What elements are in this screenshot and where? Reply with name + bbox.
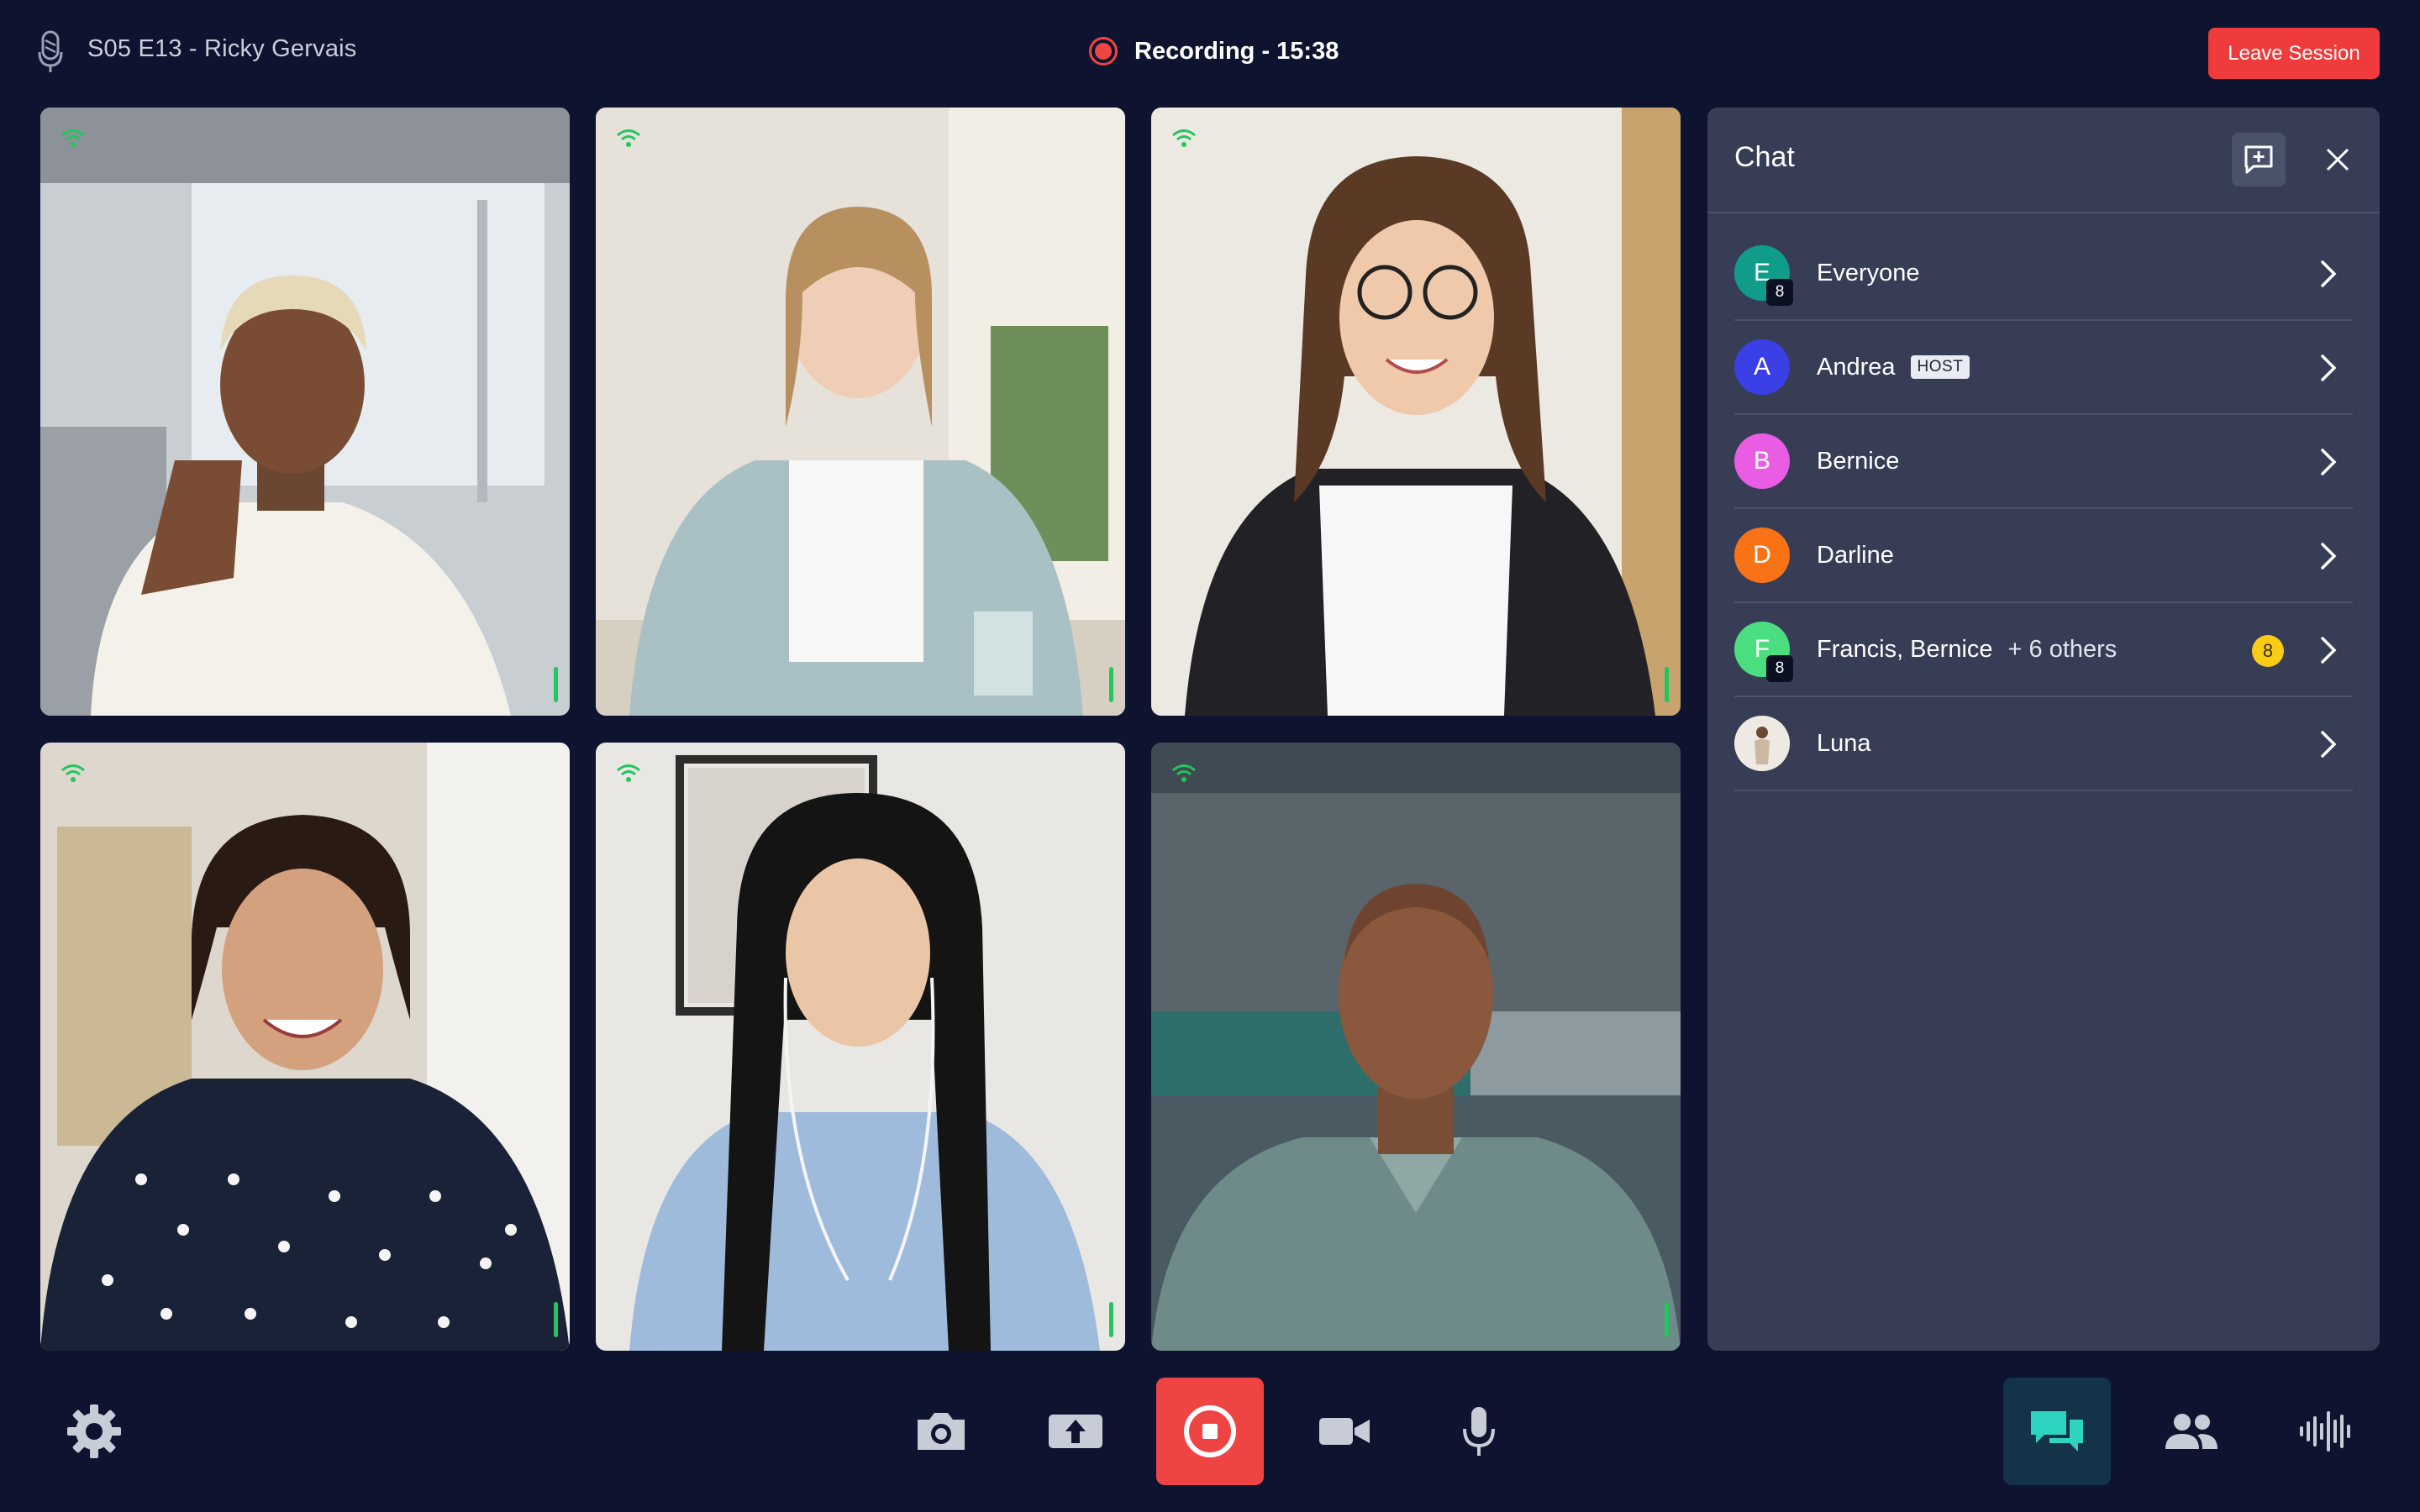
- wifi-icon: [1172, 764, 1196, 782]
- video-tile-participant-6[interactable]: [1151, 743, 1681, 1351]
- avatar: A: [1734, 339, 1790, 395]
- camera-icon: [918, 1413, 965, 1450]
- wifi-icon: [617, 764, 640, 782]
- settings-icon: [67, 1404, 121, 1458]
- chevron-right-icon: [2321, 731, 2337, 758]
- chevron-right-icon: [2321, 543, 2337, 570]
- new-chat-button[interactable]: [2232, 133, 2286, 186]
- chat-row-everyone[interactable]: E 8 Everyone: [1734, 227, 2353, 321]
- recording-timer: Recording - 15:38: [1134, 37, 1339, 65]
- microphone-toggle-button[interactable]: [1425, 1378, 1533, 1485]
- audio-level-indicator: [1665, 667, 1669, 702]
- chat-title: Chat: [1734, 141, 1795, 173]
- snapshot-button[interactable]: [887, 1378, 995, 1485]
- top-bar: S05 E13 - Ricky Gervais Recording - 15:3…: [0, 0, 2420, 108]
- chat-row-luna[interactable]: Luna: [1734, 697, 2353, 791]
- member-count-badge: 8: [1766, 655, 1793, 682]
- bottom-toolbar: [0, 1351, 2420, 1512]
- participants-icon: [2165, 1414, 2217, 1449]
- video-tile-participant-4[interactable]: [40, 743, 570, 1351]
- avatar: B: [1734, 433, 1790, 489]
- close-chat-button[interactable]: [2314, 136, 2361, 183]
- share-screen-icon: [1049, 1415, 1102, 1448]
- chat-row-darline[interactable]: D Darline: [1734, 509, 2353, 603]
- recording-dot-icon: [1089, 37, 1118, 66]
- avatar-initial: D: [1753, 541, 1771, 569]
- wifi-icon: [61, 129, 85, 147]
- microphone-icon: [1463, 1407, 1495, 1456]
- audio-level-indicator: [554, 667, 558, 702]
- chat-row-name: Francis, Bernice: [1817, 635, 1993, 663]
- chat-panel: Chat E 8 Everyone A Andrea HOST B Bernic…: [1707, 108, 2380, 1351]
- audio-wave-icon: [2300, 1411, 2350, 1452]
- new-message-icon: [2244, 145, 2273, 174]
- avatar: F 8: [1734, 622, 1793, 682]
- avatar-initial: B: [1753, 447, 1770, 475]
- avatar: D: [1734, 528, 1790, 583]
- audio-level-indicator: [554, 1302, 558, 1337]
- avatar-initial: A: [1753, 353, 1770, 381]
- wifi-icon: [617, 129, 640, 147]
- chat-toggle-button[interactable]: [2003, 1378, 2111, 1485]
- chat-row-others: + 6 others: [2007, 635, 2118, 663]
- wifi-icon: [61, 764, 85, 782]
- audio-level-indicator: [1109, 667, 1113, 702]
- video-icon: [1319, 1418, 1370, 1445]
- participant-video: [1151, 743, 1681, 1351]
- participant-video: [596, 108, 1125, 716]
- chat-row-bernice[interactable]: B Bernice: [1734, 415, 2353, 509]
- share-screen-button[interactable]: [1022, 1378, 1129, 1485]
- luna-photo-icon: [1734, 716, 1790, 771]
- wifi-icon: [1172, 129, 1196, 147]
- chat-row-name: Luna: [1817, 729, 1871, 757]
- chevron-right-icon: [2321, 637, 2337, 664]
- chat-conversation-list: E 8 Everyone A Andrea HOST B Bernice D D…: [1734, 227, 2353, 791]
- recording-indicator: Recording - 15:38: [1089, 37, 1339, 66]
- video-tile-participant-3[interactable]: [1151, 108, 1681, 716]
- chat-row-name: Everyone: [1817, 259, 1920, 286]
- video-tile-participant-2[interactable]: [596, 108, 1125, 716]
- unread-count-badge: 8: [2252, 635, 2284, 667]
- stop-recording-icon: [1184, 1405, 1236, 1457]
- podcast-mic-logo-icon: [38, 30, 63, 72]
- chat-row-group[interactable]: F 8 Francis, Bernice + 6 others 8: [1734, 603, 2353, 697]
- stop-recording-button[interactable]: [1156, 1378, 1264, 1485]
- chat-header: Chat: [1707, 108, 2380, 213]
- chat-row-name: Bernice: [1817, 447, 1900, 475]
- avatar: [1734, 716, 1790, 771]
- chat-icon: [2031, 1411, 2083, 1452]
- chevron-right-icon: [2321, 354, 2337, 381]
- audio-level-indicator: [1109, 1302, 1113, 1337]
- chat-row-andrea[interactable]: A Andrea HOST: [1734, 321, 2353, 415]
- avatar: E 8: [1734, 245, 1793, 306]
- close-icon: [2326, 148, 2349, 171]
- participants-button[interactable]: [2138, 1378, 2245, 1485]
- chat-row-name: Darline: [1817, 541, 1894, 569]
- chat-row-name: Andrea: [1817, 353, 1896, 381]
- participant-video: [1151, 108, 1681, 716]
- participant-video: [40, 743, 570, 1351]
- audio-settings-button[interactable]: [2272, 1378, 2380, 1485]
- video-tile-participant-1[interactable]: [40, 108, 570, 716]
- chevron-right-icon: [2321, 260, 2337, 287]
- participant-video: [40, 108, 570, 716]
- participant-video: [596, 743, 1125, 1351]
- host-badge: HOST: [1910, 355, 1970, 379]
- member-count-badge: 8: [1766, 279, 1793, 306]
- video-tile-participant-5[interactable]: [596, 743, 1125, 1351]
- chevron-right-icon: [2321, 449, 2337, 475]
- audio-level-indicator: [1665, 1302, 1669, 1337]
- settings-button[interactable]: [40, 1378, 148, 1485]
- leave-session-button[interactable]: Leave Session: [2208, 28, 2380, 79]
- session-title: S05 E13 - Ricky Gervais: [87, 35, 357, 62]
- video-toggle-button[interactable]: [1291, 1378, 1398, 1485]
